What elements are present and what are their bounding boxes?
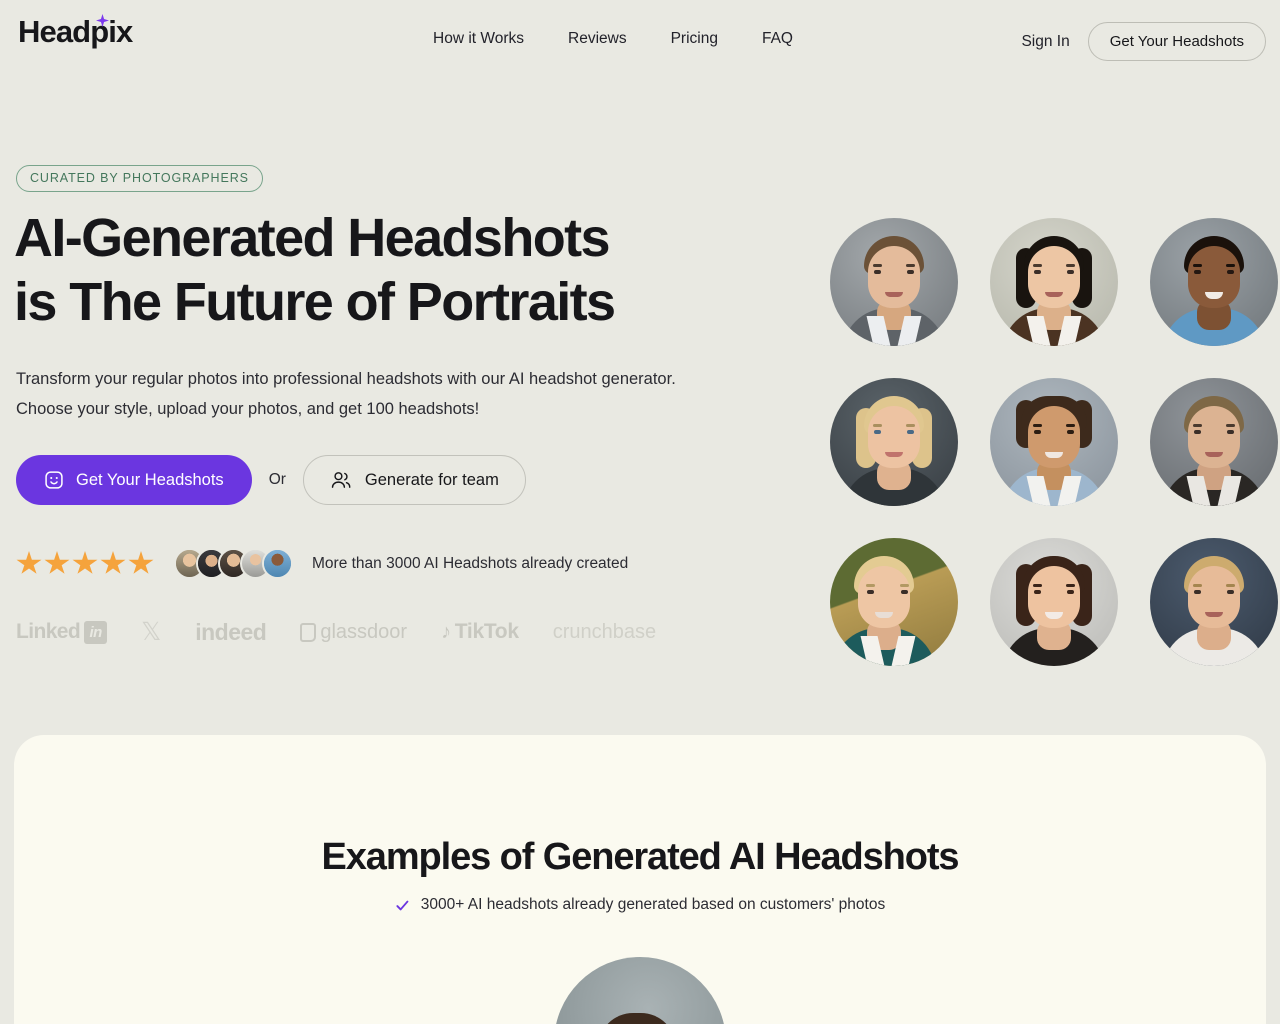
headshot-cell	[974, 202, 1134, 362]
star-icon	[100, 551, 126, 574]
tiktok-icon: ♪	[441, 620, 451, 643]
page-title: AI-Generated Headshots is The Future of …	[14, 206, 734, 335]
headshot-cell	[974, 362, 1134, 522]
section-title: Examples of Generated AI Headshots	[321, 836, 960, 878]
headshot-photo	[1150, 218, 1278, 346]
headline-line-1: AI-Generated Headshots	[14, 208, 611, 268]
hero-section: CURATED BY PHOTOGRAPHERS AI-Generated He…	[0, 0, 1280, 735]
avatar	[262, 548, 293, 579]
avatar-stack	[174, 548, 293, 579]
glassdoor-icon	[300, 622, 317, 642]
generate-for-team-button[interactable]: Generate for team	[302, 455, 526, 505]
examples-bullet-text: 3000+ AI headshots already generated bas…	[420, 896, 886, 913]
headshot-photo	[1150, 538, 1278, 666]
social-proof-text: More than 3000 AI Headshots already crea…	[312, 554, 629, 572]
headline-line-2: is The Future of Portraits	[14, 272, 616, 333]
status-badge: CURATED BY PHOTOGRAPHERS	[16, 165, 263, 192]
headshot-cell	[814, 522, 974, 682]
logo-linkedin: Linked in	[16, 620, 108, 644]
headshot-cell	[974, 522, 1134, 682]
headshot-cell	[814, 202, 974, 362]
hero-subtitle: Transform your regular photos into profe…	[16, 370, 676, 419]
headshot-cell	[1134, 362, 1280, 522]
hero-cta-row: Get Your Headshots Or Generate for team	[16, 455, 526, 505]
headshot-photo	[830, 218, 958, 346]
primary-cta-label: Get Your Headshots	[76, 470, 224, 489]
users-group-icon	[331, 472, 351, 488]
headshot-cell	[814, 362, 974, 522]
headshot-photo	[990, 378, 1118, 506]
secondary-cta-label: Generate for team	[364, 470, 499, 489]
star-icon	[128, 551, 154, 574]
linkedin-icon: in	[84, 620, 108, 644]
headshot-cell	[1134, 522, 1280, 682]
check-icon	[396, 900, 409, 910]
logo-x: 𝕏	[141, 618, 162, 646]
star-icon	[44, 551, 70, 574]
star-icon	[16, 551, 42, 574]
headshot-cell	[1134, 202, 1280, 362]
landing-page: Headpix How it Works Reviews Pricing FAQ…	[0, 0, 1280, 1024]
examples-bullet: 3000+ AI headshots already generated bas…	[14, 896, 1266, 914]
logo-crunchbase: crunchbase	[552, 620, 657, 643]
logo-indeed: indeed	[195, 618, 267, 645]
headshot-photo	[990, 538, 1118, 666]
headshot-photo	[1150, 378, 1278, 506]
example-headshot-photo	[554, 957, 726, 1024]
headshot-photo	[990, 218, 1118, 346]
examples-section: Examples of Generated AI Headshots 3000+…	[14, 735, 1266, 1024]
star-icon	[72, 551, 98, 574]
headshot-grid	[814, 202, 1280, 682]
partner-logos: Linked in 𝕏 indeed glassdoor ♪ TikTok crun…	[16, 617, 656, 647]
logo-glassdoor: glassdoor	[300, 621, 407, 644]
get-your-headshots-button[interactable]: Get Your Headshots	[16, 455, 252, 505]
social-proof-row: More than 3000 AI Headshots already crea…	[16, 548, 628, 579]
headshot-photo	[830, 378, 958, 506]
or-label: Or	[268, 471, 286, 488]
smiley-face-icon	[45, 471, 63, 489]
logo-tiktok: ♪ TikTok	[441, 620, 519, 643]
headshot-photo	[830, 538, 958, 666]
rating-stars	[16, 551, 154, 576]
